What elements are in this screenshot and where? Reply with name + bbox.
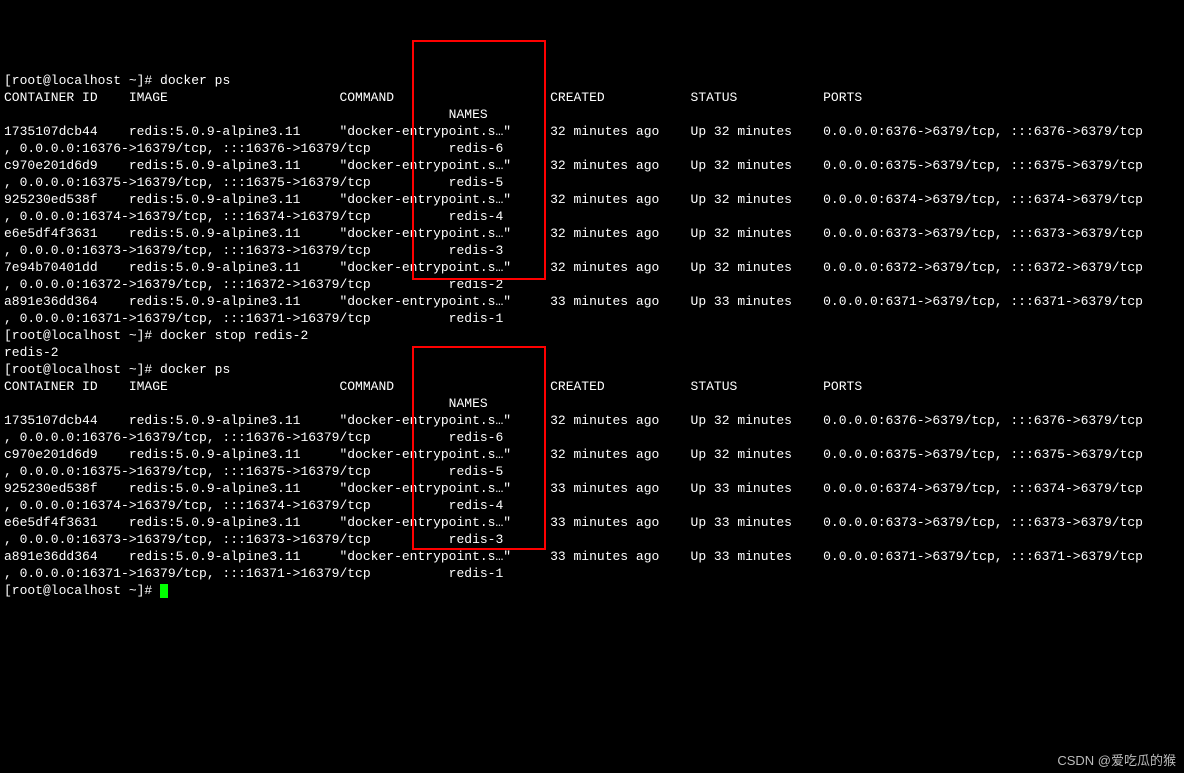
container-row: c970e201d6d9 redis:5.0.9-alpine3.11 "doc…	[4, 447, 1143, 462]
prompt: [root@localhost ~]#	[4, 362, 160, 377]
container-row-cont: , 0.0.0.0:16371->16379/tcp, :::16371->16…	[4, 311, 503, 326]
container-row: a891e36dd364 redis:5.0.9-alpine3.11 "doc…	[4, 294, 1143, 309]
container-row-cont: , 0.0.0.0:16376->16379/tcp, :::16376->16…	[4, 430, 503, 445]
prompt: [root@localhost ~]#	[4, 328, 160, 343]
container-row-cont: , 0.0.0.0:16375->16379/tcp, :::16375->16…	[4, 175, 503, 190]
ps-header: CONTAINER ID IMAGE COMMAND CREATED STATU…	[4, 90, 862, 105]
container-row-cont: , 0.0.0.0:16375->16379/tcp, :::16375->16…	[4, 464, 503, 479]
container-row: 1735107dcb44 redis:5.0.9-alpine3.11 "doc…	[4, 124, 1143, 139]
container-row-cont: , 0.0.0.0:16372->16379/tcp, :::16372->16…	[4, 277, 503, 292]
ps-header: CONTAINER ID IMAGE COMMAND CREATED STATU…	[4, 379, 862, 394]
container-row: c970e201d6d9 redis:5.0.9-alpine3.11 "doc…	[4, 158, 1143, 173]
container-row: e6e5df4f3631 redis:5.0.9-alpine3.11 "doc…	[4, 226, 1143, 241]
prompt: [root@localhost ~]#	[4, 73, 160, 88]
watermark-text: CSDN @爱吃瓜的猴	[1057, 752, 1176, 769]
stop-output: redis-2	[4, 345, 59, 360]
terminal-output[interactable]: [root@localhost ~]# docker ps CONTAINER …	[4, 72, 1180, 599]
container-row-cont: , 0.0.0.0:16374->16379/tcp, :::16374->16…	[4, 498, 503, 513]
container-row: 925230ed538f redis:5.0.9-alpine3.11 "doc…	[4, 481, 1143, 496]
command-docker-ps: docker ps	[160, 73, 230, 88]
ps-header-names: NAMES	[4, 396, 488, 411]
container-row: e6e5df4f3631 redis:5.0.9-alpine3.11 "doc…	[4, 515, 1143, 530]
command-docker-stop: docker stop redis-2	[160, 328, 308, 343]
prompt: [root@localhost ~]#	[4, 583, 160, 598]
container-row-cont: , 0.0.0.0:16374->16379/tcp, :::16374->16…	[4, 209, 503, 224]
container-row-cont: , 0.0.0.0:16373->16379/tcp, :::16373->16…	[4, 532, 503, 547]
container-row: 1735107dcb44 redis:5.0.9-alpine3.11 "doc…	[4, 413, 1143, 428]
command-docker-ps: docker ps	[160, 362, 230, 377]
ps-header-names: NAMES	[4, 107, 488, 122]
container-row-cont: , 0.0.0.0:16373->16379/tcp, :::16373->16…	[4, 243, 503, 258]
container-row: 7e94b70401dd redis:5.0.9-alpine3.11 "doc…	[4, 260, 1143, 275]
cursor[interactable]	[160, 584, 168, 598]
container-row: 925230ed538f redis:5.0.9-alpine3.11 "doc…	[4, 192, 1143, 207]
container-row-cont: , 0.0.0.0:16376->16379/tcp, :::16376->16…	[4, 141, 503, 156]
container-row-cont: , 0.0.0.0:16371->16379/tcp, :::16371->16…	[4, 566, 503, 581]
container-row: a891e36dd364 redis:5.0.9-alpine3.11 "doc…	[4, 549, 1143, 564]
